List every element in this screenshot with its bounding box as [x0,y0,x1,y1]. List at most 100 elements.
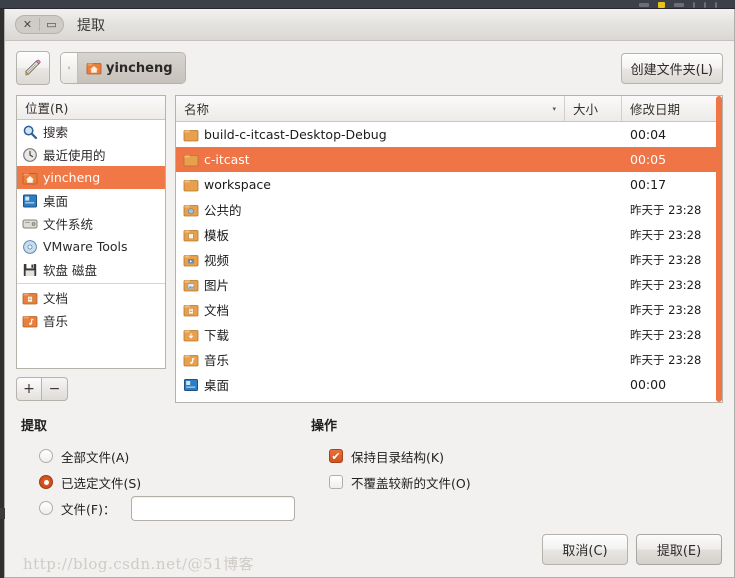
file-date-label: 昨天于 23:28 [630,302,702,317]
folder-icon [183,129,199,141]
file-pattern-input[interactable] [131,495,296,521]
edit-path-button[interactable] [16,51,50,85]
table-row[interactable]: 图片 昨天于 23:28 [176,272,722,297]
panel-indicator-session-icon[interactable] [715,1,717,8]
sidebar-item-label: 音乐 [43,314,69,329]
videos-folder-icon [183,254,199,266]
checkbox-no-overwrite-indicator[interactable] [329,475,343,489]
radio-all-files[interactable]: 全部文件(A) [21,443,311,469]
downloads-folder-icon [183,329,199,341]
file-list-rows[interactable]: build-c-itcast-Desktop-Debug 00:04 c-itc… [176,122,722,402]
music-folder-icon [22,315,38,327]
minus-icon: − [48,381,61,397]
file-name-cell: c-itcast [176,152,565,168]
table-row[interactable]: build-c-itcast-Desktop-Debug 00:04 [176,122,722,147]
column-header-size[interactable]: 大小 [565,96,622,121]
breadcrumb-previous-button[interactable]: ‹ [61,53,78,83]
sidebar-item-label: 搜索 [43,125,69,140]
panel-indicator-clock[interactable] [704,1,706,8]
table-row[interactable]: 模板 昨天于 23:28 [176,222,722,247]
sidebar-item-floppy-disk[interactable]: 软盘 磁盘 [17,258,165,281]
panel-indicator-network-icon[interactable] [674,2,684,7]
file-date-cell: 昨天于 23:28 [622,227,722,243]
checkbox-no-overwrite[interactable]: 不覆盖较新的文件(O) [311,469,471,495]
create-folder-button[interactable]: 创建文件夹(L) [620,52,723,84]
file-name-cell: 图片 [176,275,565,294]
home-folder-icon [86,63,102,75]
sidebar-item-documents[interactable]: 文档 [17,286,165,309]
file-name-cell: 音乐 [176,350,565,369]
file-date-label: 昨天于 23:28 [630,227,702,242]
close-icon[interactable]: ✕ [20,17,35,32]
create-folder-label: 创建文件夹(L) [630,62,713,78]
file-name-label: 图片 [204,278,230,293]
extract-button[interactable]: 提取(E) [636,533,722,565]
file-date-label: 昨天于 23:28 [630,277,702,292]
documents-folder-icon [183,304,199,316]
floppy-icon [23,263,37,276]
table-row[interactable]: 音乐 昨天于 23:28 [176,347,722,372]
table-row[interactable]: c-itcast 00:05 [176,147,722,172]
radio-selected-files[interactable]: 已选定文件(S) [21,469,311,495]
checkbox-keep-structure[interactable]: ✔ 保持目录结构(K) [311,443,471,469]
templates-folder-icon [183,229,199,241]
table-row[interactable]: 视频 昨天于 23:28 [176,247,722,272]
table-row[interactable]: workspace 00:17 [176,172,722,197]
file-date-cell: 昨天于 23:28 [622,277,722,293]
sidebar-item-label: 文档 [43,291,69,306]
places-edit-buttons: + − [16,369,166,403]
places-list[interactable]: 搜索 最近使用的 yincheng 桌面 文件系统 VMware Tools 软… [17,120,165,368]
remove-bookmark-button[interactable]: − [42,377,68,401]
file-name-label: 桌面 [204,378,230,393]
chevron-down-icon: ▾ [552,104,556,113]
file-name-label: build-c-itcast-Desktop-Debug [204,127,387,142]
sidebar-item-recent[interactable]: 最近使用的 [17,143,165,166]
table-row[interactable]: 文档 昨天于 23:28 [176,297,722,322]
sidebar-item-search[interactable]: 搜索 [17,120,165,143]
radio-selected-files-label: 已选定文件(S) [61,475,142,491]
breadcrumb-item-yincheng[interactable]: yincheng [78,53,185,83]
radio-files-pattern-indicator[interactable] [39,501,53,515]
sidebar-item-music[interactable]: 音乐 [17,309,165,332]
file-list-scrollbar-thumb[interactable] [716,96,722,402]
file-name-label: 视频 [204,253,230,268]
file-date-cell: 00:04 [630,127,667,142]
file-date-cell: 昨天于 23:28 [622,202,722,218]
extract-button-label: 提取(E) [656,543,702,559]
file-name-label: 文档 [204,303,230,318]
table-row[interactable]: 下载 昨天于 23:28 [176,322,722,347]
file-name-label: c-itcast [204,152,250,167]
window-resize-handle[interactable] [0,508,5,519]
file-date-label: 昨天于 23:28 [630,352,702,367]
sidebar-item-filesystem[interactable]: 文件系统 [17,212,165,235]
plus-icon: + [23,381,35,397]
file-list-scrollbar[interactable] [716,96,722,402]
panel-indicator-generic[interactable] [639,2,649,7]
sidebar-item-label: 软盘 磁盘 [43,263,97,278]
breadcrumb: ‹ yincheng [60,52,186,84]
file-name-label: 模板 [204,228,230,243]
minimize-icon[interactable]: ▭ [44,17,59,32]
file-list-column-headers: 名称 ▾ 大小 修改日期 [176,96,722,122]
checkbox-keep-structure-indicator[interactable]: ✔ [329,449,343,463]
drive-icon [22,219,38,228]
panel-indicator-area[interactable] [639,0,717,9]
search-icon [23,125,38,139]
column-header-date[interactable]: 修改日期 [622,96,722,121]
panel-indicator-sound-icon[interactable] [693,1,695,8]
table-row[interactable]: 公共的 昨天于 23:28 [176,197,722,222]
radio-all-files-indicator[interactable] [39,449,53,463]
radio-files-pattern[interactable]: 文件(F)： [21,495,311,521]
add-bookmark-button[interactable]: + [16,377,42,401]
sidebar-item-yincheng[interactable]: yincheng [17,166,165,189]
table-row[interactable]: 桌面 00:00 [176,372,722,397]
cancel-button[interactable]: 取消(C) [542,533,628,565]
places-header-label: 位置(R) [25,101,69,116]
column-header-name[interactable]: 名称 ▾ [176,96,565,121]
radio-selected-files-indicator[interactable] [39,475,53,489]
sidebar-item-vmware-tools[interactable]: VMware Tools [17,235,165,258]
file-date-cell: 昨天于 23:28 [622,352,722,368]
file-name-cell: 公共的 [176,200,565,219]
panel-indicator-warning-icon[interactable] [658,1,665,8]
sidebar-item-desktop[interactable]: 桌面 [17,189,165,212]
